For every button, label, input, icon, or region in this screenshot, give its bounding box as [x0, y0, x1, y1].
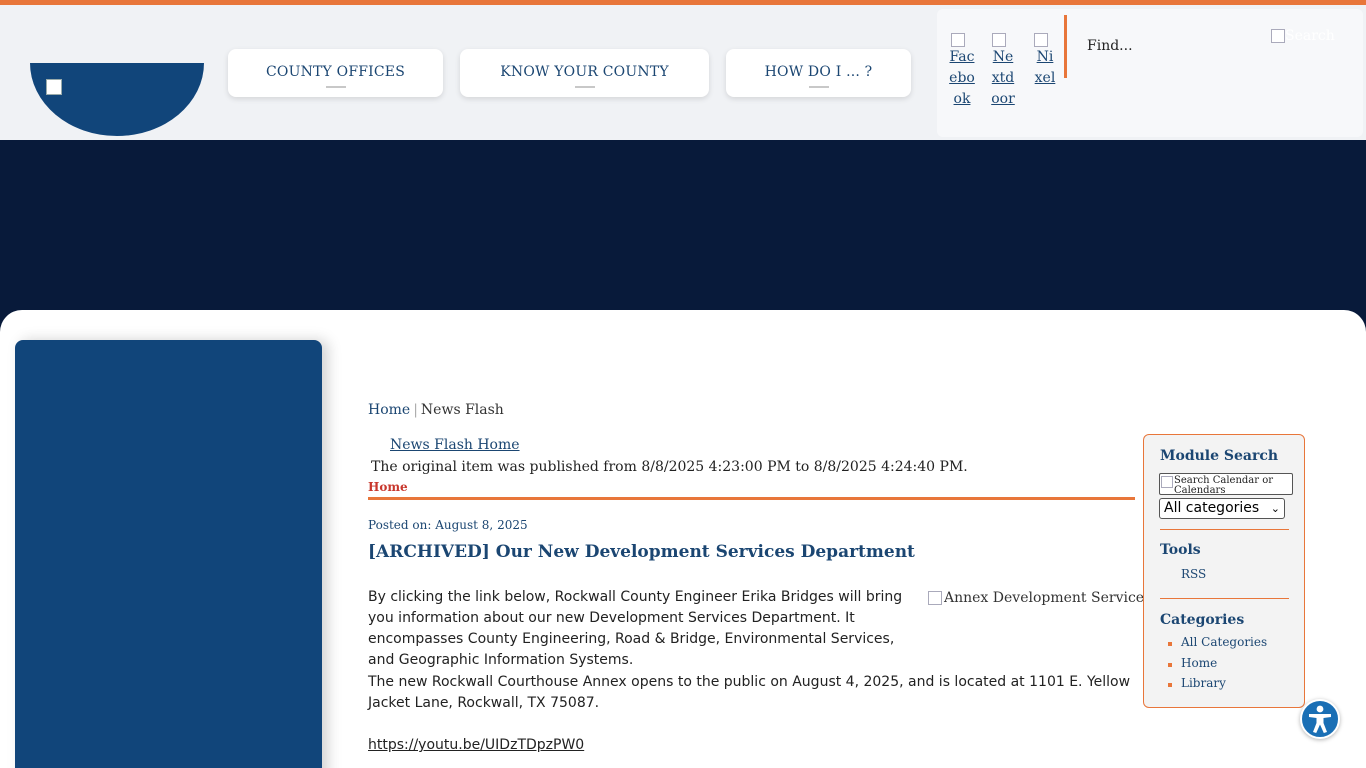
nav-county-offices[interactable]: COUNTY OFFICES [228, 49, 443, 97]
list-bullet [1168, 642, 1172, 646]
nav-label: KNOW YOUR COUNTY [500, 64, 669, 80]
article-image-alt: Annex Development Services [944, 590, 1152, 606]
nixel-icon [1034, 33, 1048, 47]
nav-label: COUNTY OFFICES [265, 64, 406, 80]
nav-know-your-county[interactable]: KNOW YOUR COUNTY [460, 49, 709, 97]
search-icon [1161, 476, 1173, 488]
site-header: COUNTY OFFICES KNOW YOUR COUNTY HOW DO I… [0, 5, 1366, 140]
nav-underline [325, 86, 346, 88]
chevron-down-icon: ⌄ [1270, 502, 1280, 515]
category-link-library[interactable]: Library [1181, 676, 1226, 690]
facebook-link[interactable]: Fac ebo ok [949, 33, 975, 110]
search-button-label: Search [1285, 28, 1335, 44]
paragraph-text: By clicking the link below, Rockwall Cou… [368, 589, 903, 668]
category-select-value: All categories [1164, 500, 1260, 516]
news-flash-home-link[interactable]: News Flash Home [390, 437, 520, 453]
nav-label: HOW DO I ... ? [764, 64, 873, 80]
module-search-heading: Module Search [1160, 448, 1279, 464]
category-select[interactable]: All categories ⌄ [1159, 498, 1285, 519]
facebook-text-line: ebo [949, 70, 975, 86]
article-image: Annex Development Services [928, 590, 1151, 606]
module-search-placeholder: Search Calendar or Calendars [1174, 475, 1274, 495]
search-icon [1271, 29, 1285, 43]
article-video-link[interactable]: https://youtu.be/UIDzTDpzPW0 [368, 735, 1138, 756]
posted-date: Posted on: August 8, 2025 [368, 518, 528, 532]
facebook-text-line: ok [953, 91, 971, 107]
list-bullet [1168, 683, 1172, 687]
search-divider [1064, 15, 1067, 78]
accessibility-figure [1309, 705, 1331, 733]
accessibility-icon[interactable] [1300, 699, 1340, 739]
rss-link[interactable]: RSS [1181, 567, 1206, 581]
nextdoor-icon [992, 33, 1006, 47]
nextdoor-text-line: xtd [991, 70, 1015, 86]
module-search-input[interactable]: Search Calendar or Calendars [1159, 473, 1293, 495]
logo-image [46, 79, 62, 95]
category-label: Home [368, 480, 408, 494]
image-placeholder-icon [928, 591, 942, 605]
county-logo[interactable] [30, 63, 204, 136]
list-bullet [1168, 663, 1172, 667]
category-rule [368, 497, 1135, 500]
category-link-home[interactable]: Home [1181, 656, 1217, 670]
category-link-all[interactable]: All Categories [1181, 635, 1267, 649]
tools-heading: Tools [1160, 542, 1201, 558]
nextdoor-text-line: Ne [992, 49, 1014, 65]
nav-underline [574, 86, 595, 88]
left-sidebar [15, 340, 322, 768]
module-divider [1160, 529, 1289, 530]
article-paragraph: By clicking the link below, Rockwall Cou… [368, 587, 913, 671]
site-search-input[interactable]: Find... [1087, 38, 1133, 54]
nextdoor-text-line: oor [991, 91, 1015, 107]
facebook-icon [951, 33, 965, 47]
article-title: [ARCHIVED] Our New Development Services … [368, 542, 915, 562]
nextdoor-link[interactable]: Ne xtd oor [990, 33, 1016, 110]
nixel-link[interactable]: Ni xel [1032, 33, 1058, 89]
article-paragraph: The new Rockwall Courthouse Annex opens … [368, 674, 1131, 711]
facebook-text-line: Fac [949, 49, 975, 65]
module-sidebar: Module Search Search Calendar or Calenda… [1143, 434, 1305, 708]
categories-heading: Categories [1160, 612, 1245, 628]
breadcrumb-separator: | [413, 402, 418, 418]
nav-underline [808, 86, 829, 88]
breadcrumb-home[interactable]: Home [368, 402, 410, 418]
breadcrumb: Home | News Flash [368, 402, 504, 418]
module-divider [1160, 598, 1289, 599]
original-publish-note: The original item was published from 8/8… [371, 459, 968, 475]
breadcrumb-current: News Flash [420, 402, 504, 418]
nixel-text-line: Ni [1036, 49, 1054, 65]
search-button[interactable]: Search [1271, 28, 1335, 44]
nav-how-do-i[interactable]: HOW DO I ... ? [726, 49, 911, 97]
nixel-text-line: xel [1034, 70, 1056, 86]
